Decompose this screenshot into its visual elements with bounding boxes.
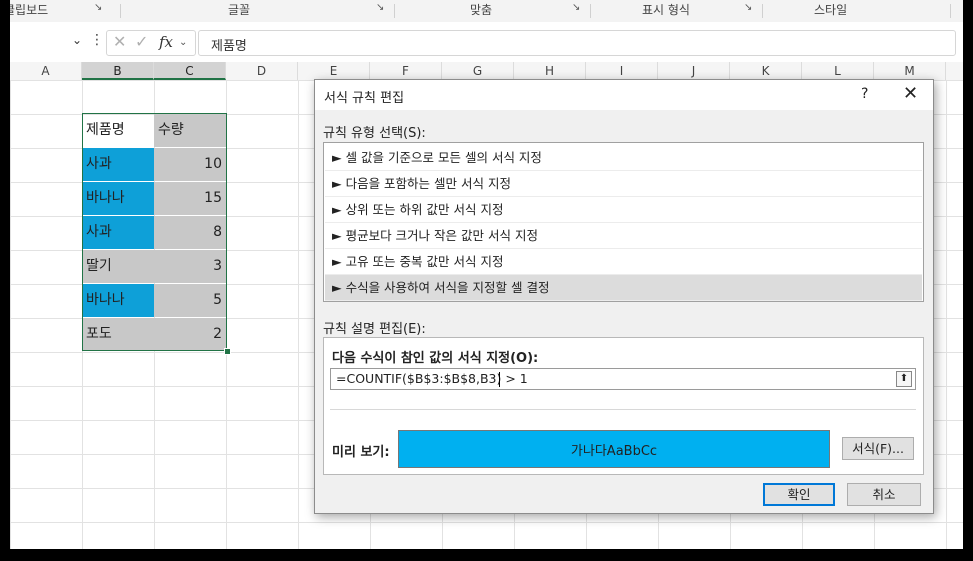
cancel-button[interactable]: 취소 [847,483,921,506]
ribbon-group-styles: 스타일 [814,3,848,17]
collapse-dialog-icon[interactable]: ⬆ [896,371,912,387]
cell-c7[interactable]: 5 [154,284,226,317]
cell-b7[interactable]: 바나나 [82,284,154,317]
insert-function-icon[interactable]: fx [159,33,173,51]
chevron-down-icon[interactable]: ⌄ [72,33,82,47]
preview-text: 가나다AaBbCc [570,444,658,459]
help-icon[interactable]: ? [861,86,868,102]
format-preview: 가나다AaBbCc [398,430,830,468]
more-options-icon[interactable]: ⋮ [90,32,104,48]
column-header-g[interactable]: G [442,62,514,80]
dialog-title: 서식 규칙 편집 [324,91,405,106]
column-header-j[interactable]: J [658,62,730,80]
rule-type-item[interactable]: ► 상위 또는 하위 값만 서식 지정 [325,197,922,223]
column-header-f[interactable]: F [370,62,442,80]
ribbon-group-alignment: 맞춤 [470,3,493,17]
close-icon[interactable]: ✕ [903,83,918,104]
alignment-launcher-icon[interactable]: ↘ [572,2,580,13]
column-header-h[interactable]: H [514,62,586,80]
ribbon-separator [120,4,121,18]
rule-type-item-selected[interactable]: ► 수식을 사용하여 서식을 지정할 셀 결정 [325,275,922,301]
ribbon-group-clipboard: 클립보드 [10,3,49,17]
rule-type-label: 규칙 유형 선택(S): [323,126,426,141]
number-launcher-icon[interactable]: ↘ [744,2,752,13]
column-header-l[interactable]: L [802,62,874,80]
column-header-b[interactable]: B [82,62,154,80]
formula-bar: ⌄ ⋮ ✕ ✓ fx ⌄ 제품명 [10,22,963,63]
cell-b5[interactable]: 사과 [82,216,154,249]
rule-description-panel: 다음 수식이 참인 값의 서식 지정(O): =COUNTIF($B$3:$B$… [323,337,924,475]
cell-c3[interactable]: 10 [154,148,226,181]
rule-description-label: 규칙 설명 편집(E): [323,322,426,337]
column-header-c[interactable]: C [154,62,226,80]
column-header-a[interactable]: A [10,62,82,80]
ribbon-separator [394,4,395,18]
preview-label: 미리 보기: [332,445,390,460]
rule-type-list[interactable]: ► 셀 값을 기준으로 모든 셀의 서식 지정 ► 다음을 포함하는 셀만 서식… [323,142,924,302]
cell-b8[interactable]: 포도 [82,318,154,351]
formula-input[interactable]: 제품명 [198,30,956,56]
cell-c4[interactable]: 15 [154,182,226,215]
ok-button[interactable]: 확인 [763,483,835,506]
cell-b4[interactable]: 바나나 [82,182,154,215]
fill-handle[interactable] [224,348,231,355]
dialog-title-bar[interactable]: 서식 규칙 편집 ? ✕ [315,80,933,110]
cancel-entry-icon[interactable]: ✕ [113,32,126,51]
text-caret [499,372,500,387]
column-header-e[interactable]: E [298,62,370,80]
ribbon-group-number: 표시 형식 [642,3,690,17]
ribbon-separator [950,4,951,18]
cell-b3[interactable]: 사과 [82,148,154,181]
cell-c8[interactable]: 2 [154,318,226,351]
name-box[interactable]: ⌄ [10,30,86,54]
clipboard-launcher-icon[interactable]: ↘ [94,2,102,13]
rule-type-item[interactable]: ► 셀 값을 기준으로 모든 셀의 서식 지정 [325,145,922,171]
rule-type-item[interactable]: ► 고유 또는 중복 값만 서식 지정 [325,249,922,275]
ribbon-separator [590,4,591,18]
cell-b2[interactable]: 제품명 [82,114,154,147]
column-header-d[interactable]: D [226,62,298,80]
formula-input[interactable]: =COUNTIF($B$3:$B$8,B3) > 1 ⬆ [330,368,916,390]
edit-formatting-rule-dialog: 서식 규칙 편집 ? ✕ 규칙 유형 선택(S): ► 셀 값을 기준으로 모든… [314,79,934,514]
cell-c6[interactable]: 3 [154,250,226,283]
chevron-down-icon[interactable]: ⌄ [179,37,187,48]
ribbon-separator [762,4,763,18]
cell-b6[interactable]: 딸기 [82,250,154,283]
formula-label: 다음 수식이 참인 값의 서식 지정(O): [332,351,539,366]
ribbon-group-labels: 클립보드 ↘ 글꼴 ↘ 맞춤 ↘ 표시 형식 ↘ 스타일 [10,0,963,23]
rule-type-item[interactable]: ► 평균보다 크거나 작은 값만 서식 지정 [325,223,922,249]
cell-c2[interactable]: 수량 [154,114,226,147]
ribbon-group-font: 글꼴 [228,3,251,17]
divider [330,409,916,410]
column-header-m[interactable]: M [874,62,946,80]
formula-buttons: ✕ ✓ fx ⌄ [106,30,196,56]
format-button[interactable]: 서식(F)... [842,437,914,460]
font-launcher-icon[interactable]: ↘ [376,2,384,13]
confirm-entry-icon[interactable]: ✓ [135,32,148,51]
column-header-k[interactable]: K [730,62,802,80]
column-header-i[interactable]: I [586,62,658,80]
rule-type-item[interactable]: ► 다음을 포함하는 셀만 서식 지정 [325,171,922,197]
cell-c5[interactable]: 8 [154,216,226,249]
formula-input-value: 제품명 [211,39,247,54]
